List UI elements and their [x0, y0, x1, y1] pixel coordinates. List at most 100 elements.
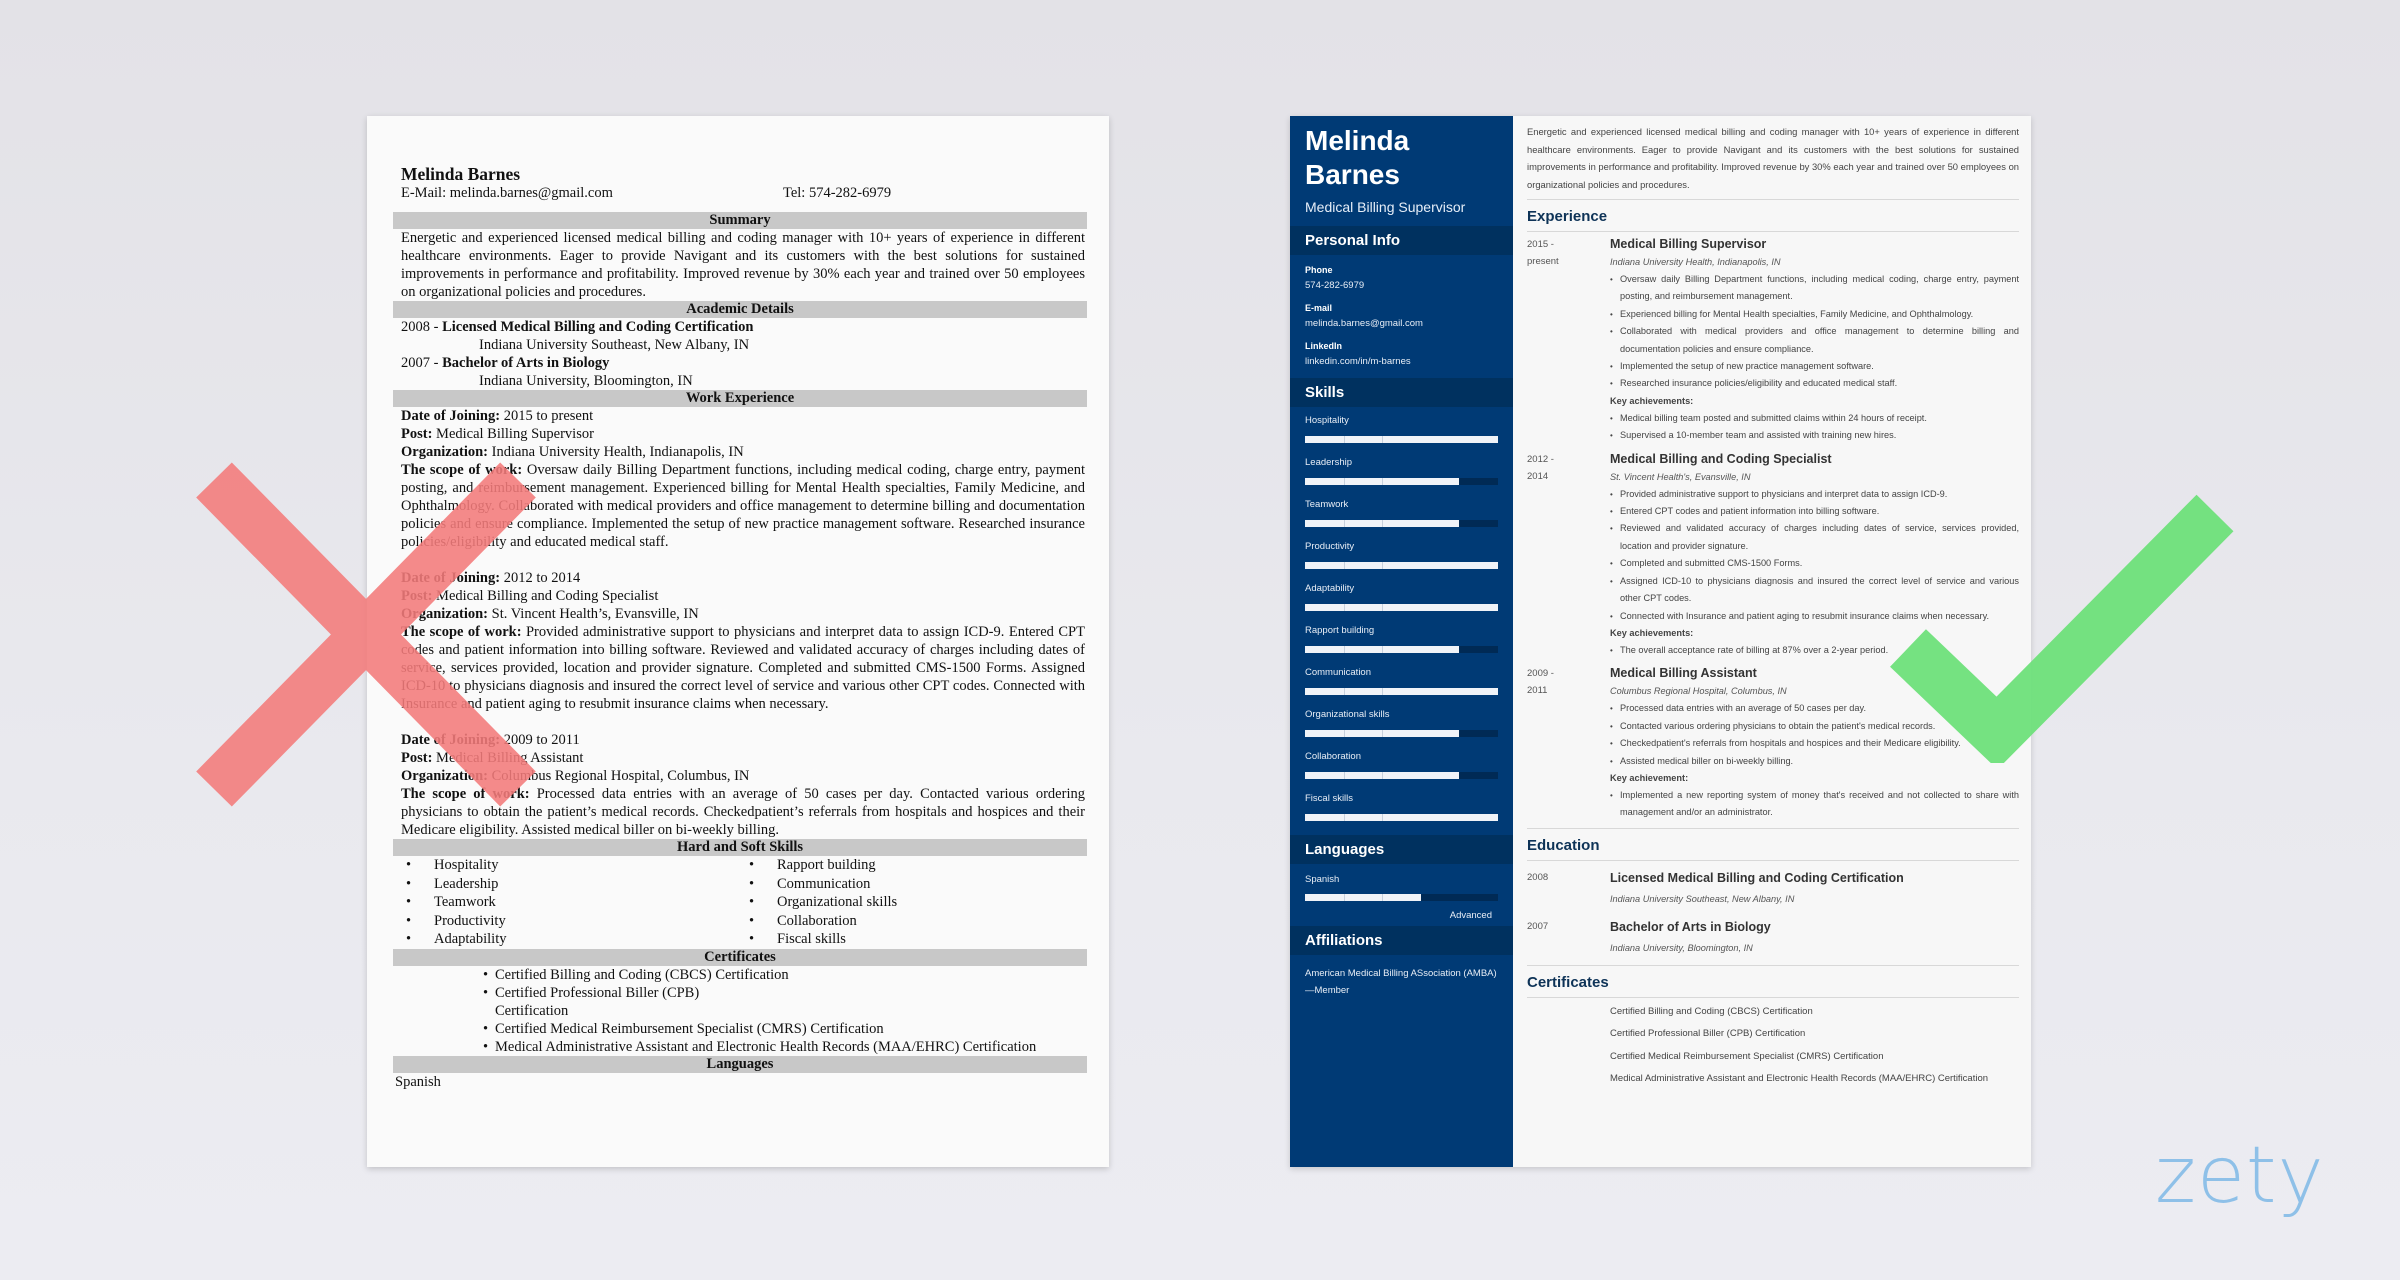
contact-line: E-Mail: melinda.barnes@gmail.com Tel: 57… [401, 184, 1087, 202]
bar-segment-divider [1382, 730, 1384, 737]
skill-level-bar [1305, 478, 1498, 485]
skill-level-fill [1305, 688, 1498, 695]
skill-name: Leadership [434, 875, 499, 892]
skill-level-bar [1305, 894, 1498, 901]
job-title: Medical Billing Supervisor [1305, 199, 1466, 215]
scope-of-work-line: The scope of work: Provided administrati… [401, 623, 1085, 713]
skill-name: Organizational skills [777, 894, 898, 910]
job-body: Medical Billing Assistant Columbus Region… [1610, 665, 2019, 821]
skill-item: Productivity [1290, 533, 1513, 575]
skill-item: • Rapport building [744, 856, 1087, 875]
job-duty: Checkedpatient's referrals from hospital… [1610, 735, 2019, 753]
resume-name: Melinda Barnes [401, 164, 521, 184]
section-header-affiliations: Affiliations [1290, 926, 1513, 955]
key-achievements: Implemented a new reporting system of mo… [1610, 787, 2019, 822]
education-degree: Licensed Medical Billing and Coding Cert… [442, 319, 754, 335]
skills-list: Hospitality Leadership Teamwork Productivit… [1290, 407, 1513, 827]
summary-text: Energetic and experienced licensed medic… [401, 230, 1085, 300]
personal-info-list: Phone 574-282-6979 E-mail melinda.barnes@gm… [1290, 255, 1513, 368]
good-resume-page: Melinda Barnes Medical Billing Superviso… [1290, 116, 2031, 1167]
section-header-skills: Hard and Soft Skills [393, 839, 1087, 856]
skill-name: Leadership [1305, 457, 1353, 468]
work-item: Date of Joining: 2009 to 2011 Post: Medic… [401, 731, 1085, 839]
certificate-name: Certified Billing and Coding (CBCS) Cert… [495, 966, 789, 983]
language-item: Spanish Advanced [1290, 864, 1513, 926]
achievement: Supervised a 10-member team and assisted… [1610, 427, 2019, 445]
info-value: linkedin.com/in/m-barnes [1305, 356, 1411, 367]
job-duty: Connected with Insurance and patient agi… [1610, 608, 2019, 626]
bullet-icon: • [406, 857, 412, 873]
education-degree: Bachelor of Arts in Biology [442, 355, 610, 371]
resume-sidebar: Melinda Barnes Medical Billing Superviso… [1290, 116, 1513, 1167]
organization-line: Organization: Indiana University Health,… [401, 443, 1085, 461]
job-duty: Reviewed and validated accuracy of charg… [1610, 520, 2019, 555]
bar-segment-divider [1382, 562, 1384, 569]
bar-segment-divider [1382, 604, 1384, 611]
certificate-item: • Certified Billing and Coding (CBCS) Cer… [483, 966, 1087, 984]
job-duty: Processed data entries with an average o… [1610, 700, 2019, 718]
personal-info-item: Phone 574-282-6979 [1290, 264, 1513, 292]
date-of-joining-label: Date of Joining: [401, 408, 501, 424]
skill-level-fill [1305, 814, 1498, 821]
organization-label: Organization: [401, 768, 488, 784]
skill-item: Teamwork [1290, 491, 1513, 533]
skill-item: Adaptability [1290, 575, 1513, 617]
key-achievements-label: Key achievements: [1610, 395, 1694, 406]
personal-info-item: LinkedIn linkedin.com/in/m-barnes [1290, 340, 1513, 368]
post-line: Post: Medical Billing Supervisor [401, 425, 1085, 443]
skill-level-fill [1305, 478, 1460, 485]
bullet-icon: • [749, 857, 755, 873]
job-body: Medical Billing and Coding Specialist St.… [1610, 451, 2019, 660]
post-line: Post: Medical Billing Assistant [401, 749, 1085, 767]
skill-item: • Collaboration [744, 912, 1087, 931]
education-institution: Indiana University Southeast, New Albany… [479, 337, 750, 353]
languages-list: Spanish Advanced [1290, 864, 1513, 926]
bullet-icon: • [749, 875, 755, 892]
bullet-icon: • [749, 931, 755, 947]
skill-item: • Fiscal skills [744, 930, 1087, 949]
certificate-item: Certified Professional Biller (CPB) Cert… [1610, 1028, 1806, 1040]
bar-segment-divider [1343, 894, 1345, 901]
bar-segment-divider [1382, 814, 1384, 821]
post-label: Post: [401, 588, 433, 604]
section-header-personal-info: Personal Info [1290, 226, 1513, 255]
skill-name: Productivity [434, 912, 506, 929]
job-duty: Assisted medical biller on bi-weekly bil… [1610, 753, 2019, 771]
skills-list: • Hospitality • Leadership • Teamwork • Product… [401, 856, 1087, 949]
section-header-languages: Languages [393, 1055, 1087, 1073]
job-organization: St. Vincent Health's, Evansville, IN [1610, 471, 1751, 482]
organization-label: Organization: [401, 606, 488, 622]
bullet-icon: • [483, 984, 489, 1001]
job-duty: Collaborated with medical providers and … [1610, 323, 2019, 358]
education-institution: Indiana University, Bloomington, IN [1610, 942, 1753, 953]
bar-segment-divider [1382, 436, 1384, 443]
skill-item: Communication [1290, 659, 1513, 701]
skill-level-bar [1305, 814, 1498, 821]
skill-item: Leadership [1290, 449, 1513, 491]
skill-level-bar [1305, 688, 1498, 695]
bad-resume-page: Melinda Barnes E-Mail: melinda.barnes@gm… [367, 116, 1109, 1167]
key-achievements-label: Key achievement: [1610, 772, 1689, 783]
experience-item: 2012 -2014 Medical Billing and Coding Spe… [1527, 451, 2019, 660]
section-header-certificates: Certificates [1527, 973, 1609, 991]
section-header-summary: Summary [393, 212, 1087, 229]
bar-segment-divider [1343, 772, 1345, 779]
organization-label: Organization: [401, 444, 488, 460]
skill-name: Communication [777, 875, 871, 892]
experience-item: 2015 - present Medical Billing Supervisor I… [1527, 236, 2019, 445]
personal-info-item: E-mail melinda.barnes@gmail.com [1290, 302, 1513, 330]
skill-name: Collaboration [1305, 751, 1361, 762]
skill-level-bar [1305, 562, 1498, 569]
job-date: 2015 - present [1527, 239, 1559, 267]
skill-name: Collaboration [777, 912, 857, 929]
skill-item: • Adaptability [401, 930, 744, 949]
bar-segment-divider [1343, 436, 1345, 443]
certificate-item: • Certified Professional Biller (CPB) Cert… [483, 984, 1087, 1020]
section-header-academic: Academic Details [393, 301, 1087, 318]
education-degree: Bachelor of Arts in Biology [1610, 919, 1771, 934]
skill-level-fill [1305, 646, 1460, 653]
education-year: 2008 [1527, 871, 1549, 883]
skill-level-bar [1305, 436, 1498, 443]
organization-value: St. Vincent Health’s, Evansville, IN [488, 606, 699, 622]
divider [1527, 231, 2019, 232]
